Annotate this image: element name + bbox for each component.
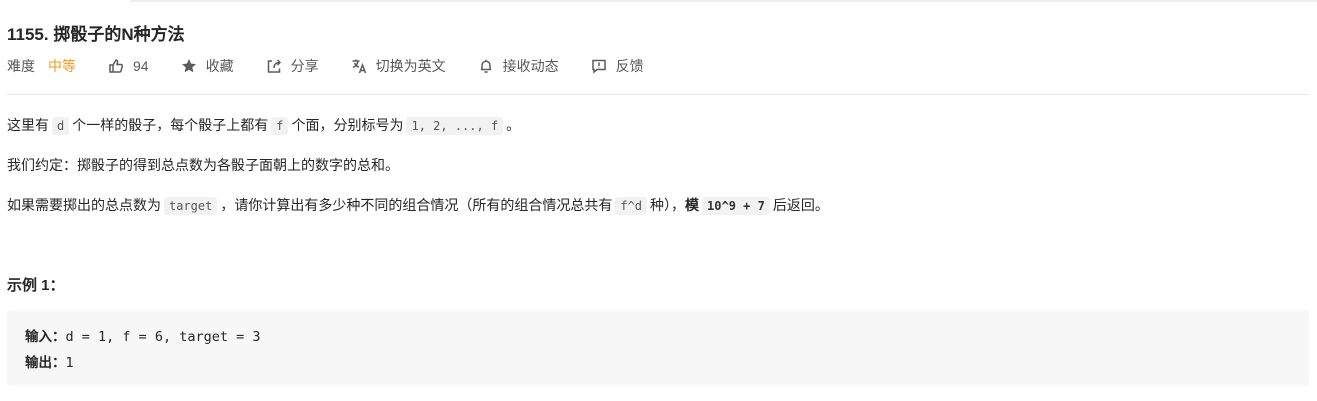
problem-meta-bar: 难度 中等 94 收藏 分享 切换为英文 接收动态 反馈 [7, 56, 676, 76]
switch-language-button[interactable]: 切换为英文 [351, 56, 446, 76]
thumbs-up-icon [109, 59, 124, 73]
example-input-line: 输入：d = 1, f = 6, target = 3 [25, 324, 1291, 350]
share-label: 分享 [290, 58, 319, 74]
output-value: 1 [65, 355, 74, 371]
inline-code-d: d [52, 117, 70, 135]
top-divider [130, 0, 1317, 2]
text-span: 这里有 [7, 117, 49, 133]
inline-code-range: 1, 2, ..., f [406, 117, 504, 135]
inline-code-power: f^d [615, 197, 648, 215]
text-span: ，请你计算出有多少种不同的组合情况（所有的组合情况总共有 [220, 197, 613, 213]
text-span: 个面，分别标号为 [291, 117, 404, 133]
output-label: 输出： [25, 355, 66, 371]
example-code-block: 输入：d = 1, f = 6, target = 3 输出：1 [7, 310, 1309, 386]
share-icon [267, 59, 281, 73]
subscribe-label: 接收动态 [502, 58, 559, 74]
inline-code-target: target [164, 197, 218, 215]
input-label: 输入： [25, 329, 66, 345]
description-paragraph-3: 如果需要掷出的总点数为 target ，请你计算出有多少种不同的组合情况（所有的组合… [7, 195, 829, 215]
inline-code-f: f [271, 117, 289, 135]
subscribe-button[interactable]: 接收动态 [478, 56, 559, 76]
translate-icon [352, 59, 366, 74]
switch-language-label: 切换为英文 [375, 58, 446, 74]
difficulty-label: 难度 [7, 58, 35, 74]
text-span: 如果需要掷出的总点数为 [7, 197, 161, 213]
description-paragraph-1: 这里有 d 个一样的骰子，每个骰子上都有 f 个面，分别标号为 1, 2, ..., f。 [7, 115, 520, 135]
inline-code-modulo: 10^9 + 7 [702, 197, 770, 215]
text-span: 后返回。 [772, 197, 829, 213]
bold-text: 模 [685, 197, 700, 213]
bell-icon [480, 59, 491, 73]
description-paragraph-2: 我们约定：掷骰子的得到总点数为各骰子面朝上的数字的总和。 [7, 157, 399, 173]
like-button[interactable]: 94 [108, 58, 149, 74]
feedback-button[interactable]: 反馈 [591, 56, 644, 76]
star-icon [181, 59, 196, 73]
header-divider [7, 94, 1309, 95]
example-output-line: 输出：1 [25, 350, 1291, 376]
difficulty-badge: 中等 [48, 58, 76, 74]
feedback-label: 反馈 [615, 58, 644, 74]
favorite-button[interactable]: 收藏 [181, 56, 234, 76]
favorite-label: 收藏 [205, 58, 234, 74]
input-value: d = 1, f = 6, target = 3 [65, 329, 261, 345]
like-count: 94 [133, 58, 149, 74]
text-span: 。 [506, 117, 521, 133]
share-button[interactable]: 分享 [266, 56, 319, 76]
text-span: 种）， [650, 197, 686, 213]
text-span: 个一样的骰子，每个骰子上都有 [72, 117, 269, 133]
problem-title: 1155. 掷骰子的N种方法 [7, 25, 185, 44]
feedback-icon [591, 59, 606, 74]
example-title: 示例 1： [7, 277, 65, 294]
